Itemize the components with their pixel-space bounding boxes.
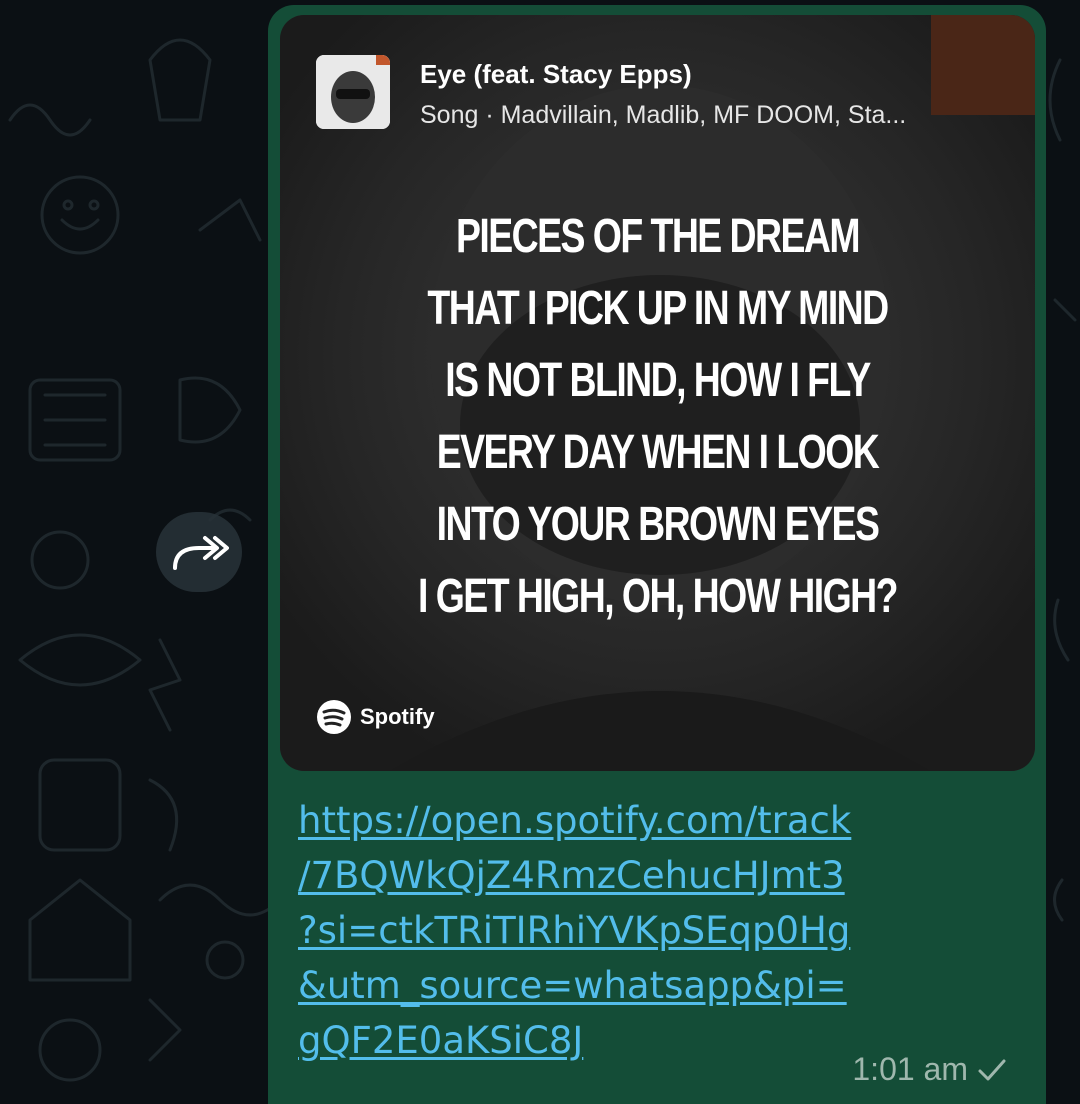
forward-button[interactable] [156, 512, 242, 592]
message-bubble[interactable]: Eye (feat. Stacy Epps) Song · Madvillain… [268, 5, 1046, 1104]
spotify-wordmark: Spotify [360, 704, 435, 729]
link-line[interactable]: &utm_source=whatsapp&pi= [298, 958, 998, 1013]
track-title: Eye (feat. Stacy Epps) [420, 59, 692, 89]
sent-check-icon [978, 1059, 1006, 1080]
link-line[interactable]: ?si=ctkTRiTIRhiYVKpSEqp0Hg [298, 903, 998, 958]
spotify-brand: Spotify [316, 699, 435, 735]
track-subtitle: Song · Madvillain, Madlib, MF DOOM, Sta.… [420, 101, 907, 129]
lyrics-block: PIECES OF THE DREAM THAT I PICK UP IN MY… [280, 201, 1035, 633]
link-line[interactable]: /7BQWkQjZ4RmzCehucHJmt3 [298, 848, 998, 903]
album-thumbnail [316, 55, 390, 129]
lyric-line: IS NOT BLIND, HOW I FLY [445, 354, 871, 407]
spotify-link[interactable]: https://open.spotify.com/track /7BQWkQjZ… [298, 793, 998, 1068]
lyric-line: I GET HIGH, OH, HOW HIGH? [418, 570, 898, 623]
lyric-line: THAT I PICK UP IN MY MIND [427, 282, 889, 335]
link-preview-card[interactable]: Eye (feat. Stacy Epps) Song · Madvillain… [280, 15, 1035, 771]
link-line[interactable]: https://open.spotify.com/track [298, 793, 998, 848]
message-meta: 1:01 am [852, 1051, 1008, 1088]
lyric-line: EVERY DAY WHEN I LOOK [436, 426, 880, 479]
album-art-corner [931, 15, 1035, 115]
message-time: 1:01 am [852, 1051, 968, 1087]
lyric-line: PIECES OF THE DREAM [455, 210, 861, 263]
lyric-line: INTO YOUR BROWN EYES [436, 498, 880, 551]
spotify-logo-icon [317, 700, 351, 734]
forward-double-arrow-icon [173, 536, 229, 570]
